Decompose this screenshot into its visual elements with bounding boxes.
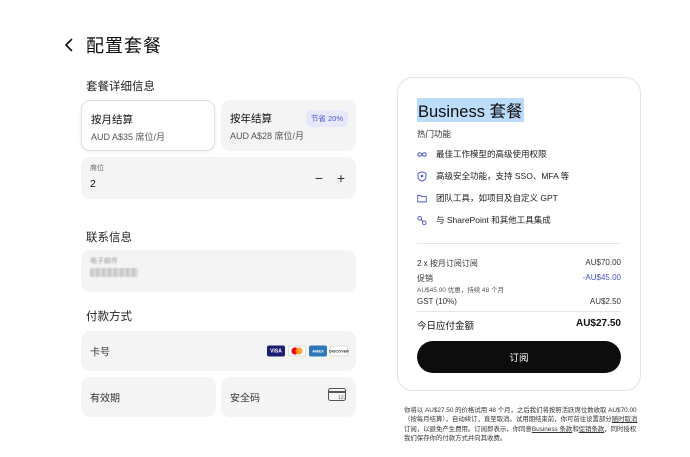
svg-text:123: 123	[338, 395, 346, 401]
business-terms-link[interactable]: Business 条款	[532, 426, 573, 433]
monthly-plan-price: AUD A$35 席位/月	[91, 132, 166, 142]
feature-text: 与 SharePoint 和其他工具集成	[436, 215, 551, 225]
cvc-field[interactable]: 安全码 123	[221, 377, 356, 417]
integration-icon	[417, 215, 427, 225]
infinity-icon	[417, 149, 427, 159]
savings-badge: 节省 20%	[305, 110, 348, 127]
order-summary-panel: Business 套餐 热门功能 最佳工作模型的高级使用权限 高级安全功能，支持…	[397, 77, 641, 391]
line-item-label: 2 x 按月订阅订阅	[417, 259, 478, 268]
visa-icon: VISA	[267, 345, 285, 357]
mastercard-icon	[288, 345, 306, 357]
page-title: 配置套餐	[86, 36, 162, 56]
legal-text: 你将以 AU$27.50 的价格试用 48 个月，之后我们将按照活跃席位数收取 …	[404, 407, 637, 424]
gst-row: GST (10%) AU$2.50	[417, 297, 621, 306]
amex-icon: AMEX	[309, 345, 327, 357]
summary-divider	[417, 311, 621, 312]
payment-heading: 付款方式	[86, 311, 132, 323]
shield-lock-icon	[417, 170, 427, 182]
plan-details-heading: 套餐详细信息	[86, 81, 155, 93]
card-cvc-icon: 123	[328, 388, 347, 406]
contact-heading: 联系信息	[86, 232, 132, 244]
feature-text: 最佳工作模型的高级使用权限	[436, 149, 547, 159]
total-label: 今日应付金额	[417, 321, 475, 332]
line-item-amount: AU$70.00	[585, 258, 621, 267]
expiry-placeholder: 有效期	[90, 393, 120, 405]
yearly-plan-title: 按年结算	[230, 113, 272, 125]
chevron-left-icon[interactable]	[60, 34, 76, 56]
seats-value: 2	[90, 178, 96, 190]
summary-divider	[417, 243, 621, 244]
feature-item: 最佳工作模型的高级使用权限	[417, 148, 547, 160]
feature-item: 高级安全功能，支持 SSO、MFA 等	[417, 170, 569, 182]
card-number-field[interactable]: 卡号 VISA AMEX DISCOVER	[81, 331, 356, 371]
seat-stepper: − +	[314, 171, 346, 185]
legal-text: 订阅，以避免产生费用。订阅即表示，你同意	[404, 425, 532, 433]
total-amount: AU$27.50	[575, 318, 621, 329]
legal-disclaimer: 你将以 AU$27.50 的价格试用 48 个月，之后我们将按照活跃席位数收取 …	[404, 406, 640, 443]
feature-text: 高级安全功能，支持 SSO、MFA 等	[436, 171, 570, 181]
expiry-field[interactable]: 有效期	[81, 377, 216, 417]
discover-icon: DISCOVER	[329, 345, 349, 357]
seats-label: 席位	[90, 165, 104, 172]
email-label: 电子邮件	[90, 258, 118, 265]
promo-label: 促销	[417, 274, 433, 283]
gst-label: GST (10%)	[417, 297, 457, 306]
feature-item: 团队工具，如项目及自定义 GPT	[417, 192, 558, 204]
features-heading: 热门功能	[417, 129, 452, 139]
increase-seats-button[interactable]: +	[336, 171, 346, 185]
cvc-placeholder: 安全码	[230, 393, 260, 405]
plan-name: Business 套餐	[417, 98, 524, 122]
email-value-redacted	[90, 268, 138, 277]
email-field[interactable]: 电子邮件	[81, 250, 356, 292]
folder-icon	[417, 193, 427, 203]
monthly-plan-title: 按月结算	[91, 114, 133, 126]
feature-text: 团队工具，如项目及自定义 GPT	[436, 193, 558, 203]
promo-detail: AU$45.00 优惠，持续 48 个月	[417, 287, 505, 294]
promo-row: 促销 -AU$45.00	[417, 273, 621, 284]
decrease-seats-button[interactable]: −	[314, 171, 324, 185]
seats-field: 席位 2 − +	[81, 157, 356, 199]
monthly-plan-option[interactable]: 按月结算 AUD A$35 席位/月	[81, 100, 215, 151]
card-brands: VISA AMEX DISCOVER	[267, 345, 349, 357]
total-row: 今日应付金额 AU$27.50	[417, 318, 621, 332]
gst-amount: AU$2.50	[589, 297, 621, 306]
line-item-row: 2 x 按月订阅订阅 AU$70.00	[417, 258, 621, 269]
yearly-plan-option[interactable]: 按年结算 节省 20% AUD A$28 席位/月	[221, 100, 356, 151]
cancel-anytime-link[interactable]: 随时取消	[612, 416, 638, 423]
page-header: 配置套餐	[60, 32, 162, 58]
subscribe-button[interactable]: 订阅	[417, 341, 621, 373]
yearly-plan-price: AUD A$28 席位/月	[230, 131, 305, 141]
promo-amount: -AU$45.00	[582, 273, 621, 282]
card-number-placeholder: 卡号	[90, 347, 110, 359]
feature-item: 与 SharePoint 和其他工具集成	[417, 214, 551, 226]
promo-terms-link[interactable]: 促销条款	[579, 426, 605, 433]
